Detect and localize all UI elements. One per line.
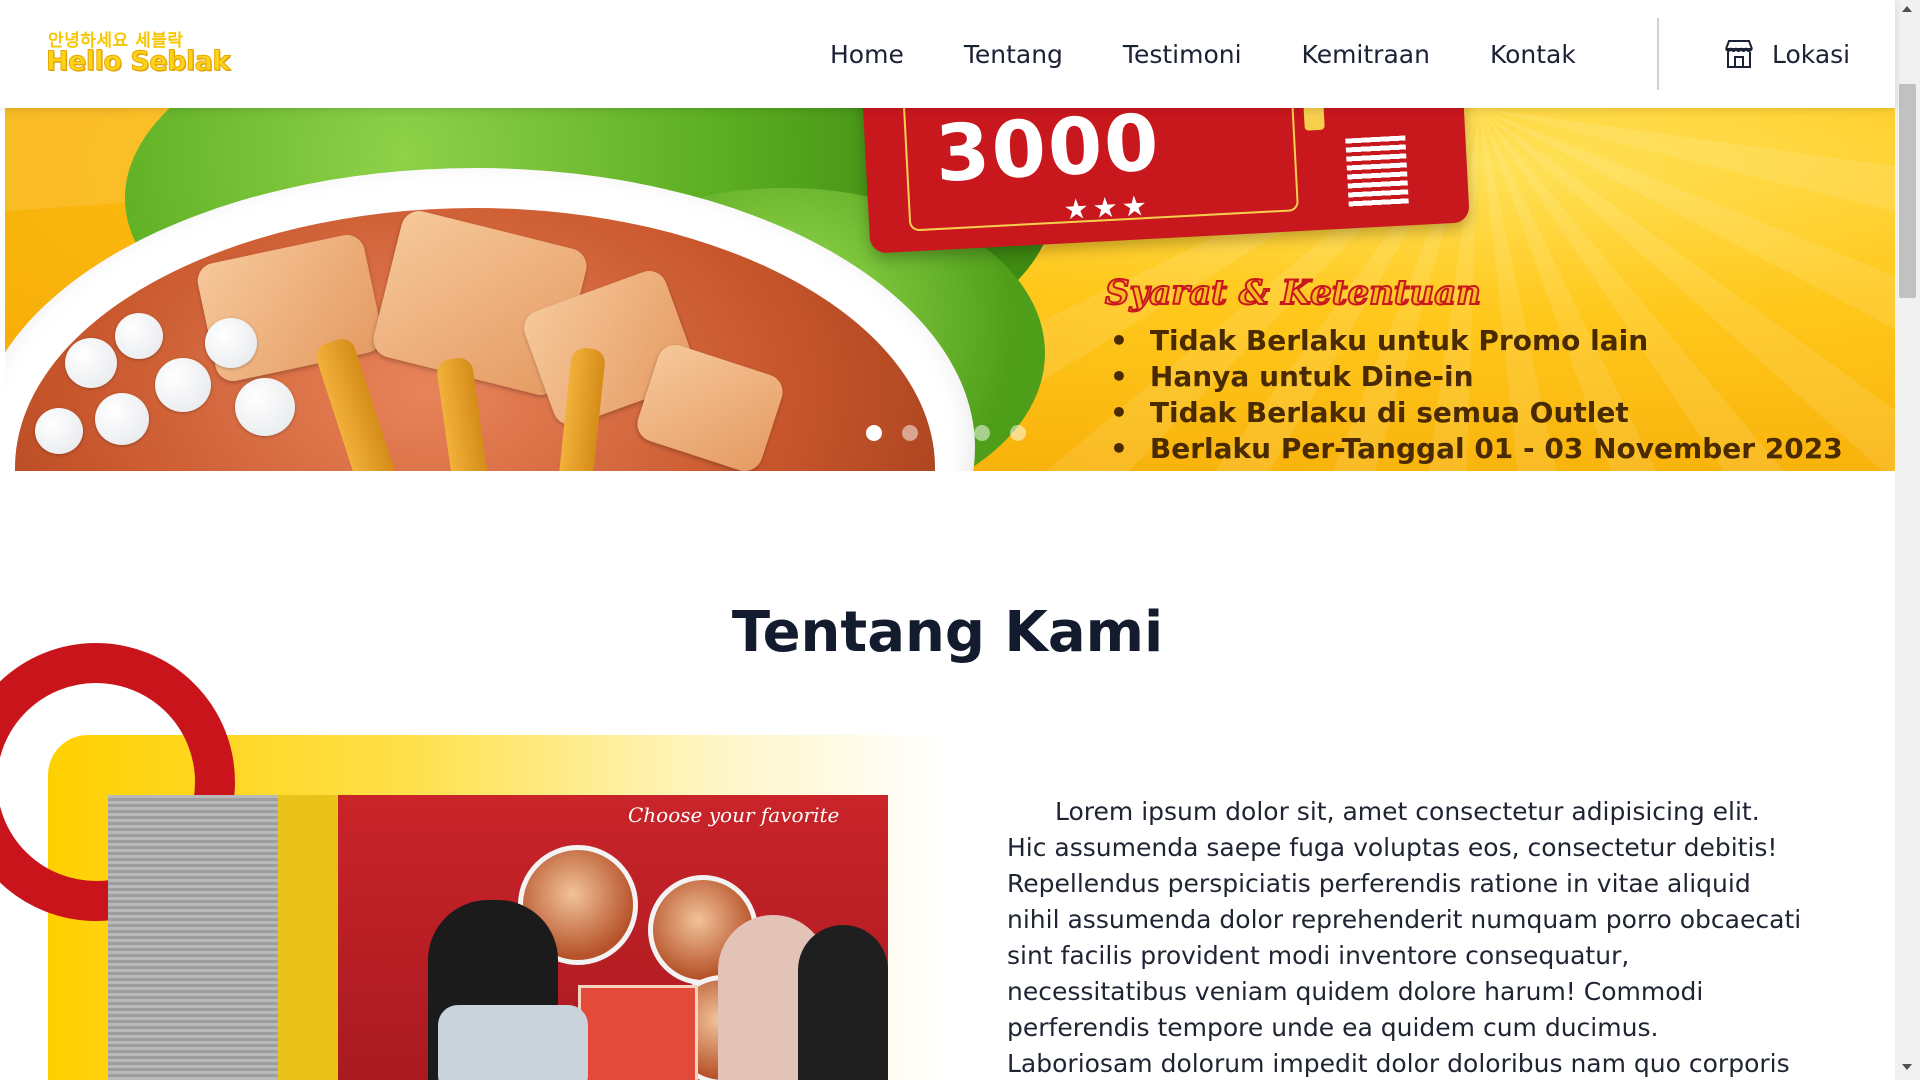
- logo[interactable]: 안녕하세요 세블락 Hello Seblak: [46, 26, 236, 84]
- carousel-dots: [866, 425, 1046, 441]
- ticket-price: 3000: [933, 108, 1163, 200]
- main-nav: Home Tentang Testimoni Kemitraan Kontak: [830, 0, 1636, 108]
- cuanki-ball: [35, 408, 83, 454]
- ticket-stars: ★★★: [1062, 188, 1152, 227]
- nav-item-kontak[interactable]: Kontak: [1490, 40, 1576, 69]
- terms-item: Tidak Berlaku untuk Promo lain: [1110, 326, 1843, 355]
- photo-boxes: [578, 985, 698, 1080]
- photo-person: [798, 925, 888, 1080]
- cuanki-ball: [205, 318, 257, 368]
- cuanki-ball: [155, 358, 211, 412]
- scroll-up-arrow-icon[interactable]: [1902, 6, 1912, 12]
- carousel-dot-3[interactable]: [938, 425, 954, 441]
- scrollbar-thumb[interactable]: [1899, 84, 1916, 298]
- photo-banner-text: Choose your favorite: [628, 803, 840, 827]
- photo-person-body: [438, 1005, 588, 1080]
- cuanki-ball: [115, 313, 163, 359]
- store-icon: [1725, 40, 1753, 68]
- terms-item: Tidak Berlaku di semua Outlet: [1110, 398, 1843, 427]
- scroll-down-arrow-icon[interactable]: [1902, 1064, 1912, 1070]
- lokasi-label: Lokasi: [1772, 39, 1851, 69]
- carousel-dot-5[interactable]: [1010, 425, 1026, 441]
- nav-item-tentang[interactable]: Tentang: [964, 40, 1063, 69]
- terms-item: Hanya untuk Dine-in: [1110, 362, 1843, 391]
- page-scrollbar[interactable]: [1895, 0, 1920, 1080]
- photo-shutter: [108, 795, 278, 1080]
- section-title-tentang-kami: Tentang Kami: [731, 600, 1164, 665]
- about-photo: Choose your favorite: [108, 795, 888, 1080]
- about-body-text: Lorem ipsum dolor sit, amet consectetur …: [1007, 797, 1802, 1078]
- promo-banner[interactable]: 3000 ★★★ Syarat & Ketentuan Tidak Berlak…: [5, 108, 1895, 471]
- site-header: 안녕하세요 세블락 Hello Seblak Home Tentang Test…: [0, 0, 1895, 108]
- carousel-dot-1[interactable]: [866, 425, 882, 441]
- terms-title: Syarat & Ketentuan: [1104, 272, 1482, 314]
- logo-name-text: Hello Seblak: [46, 46, 231, 78]
- lokasi-button[interactable]: Lokasi: [1722, 0, 1850, 108]
- carousel-dot-4[interactable]: [974, 425, 990, 441]
- page: 안녕하세요 세블락 Hello Seblak Home Tentang Test…: [0, 0, 1920, 1080]
- cuanki-ball: [95, 393, 149, 445]
- barcode-icon: [1345, 135, 1409, 209]
- photo-yellow-wall: [278, 795, 338, 1080]
- cuanki-ball: [235, 378, 295, 436]
- cuanki-ball: [65, 338, 117, 388]
- nav-item-home[interactable]: Home: [830, 40, 904, 69]
- ticket-strip: [1300, 108, 1325, 131]
- carousel-dot-2[interactable]: [902, 425, 918, 441]
- terms-list: Tidak Berlaku untuk Promo lain Hanya unt…: [1110, 326, 1843, 470]
- terms-item: Berlaku Per-Tanggal 01 - 03 November 202…: [1110, 434, 1843, 463]
- nav-divider: [1657, 18, 1659, 90]
- nav-item-testimoni[interactable]: Testimoni: [1123, 40, 1242, 69]
- nav-item-kemitraan[interactable]: Kemitraan: [1302, 40, 1430, 69]
